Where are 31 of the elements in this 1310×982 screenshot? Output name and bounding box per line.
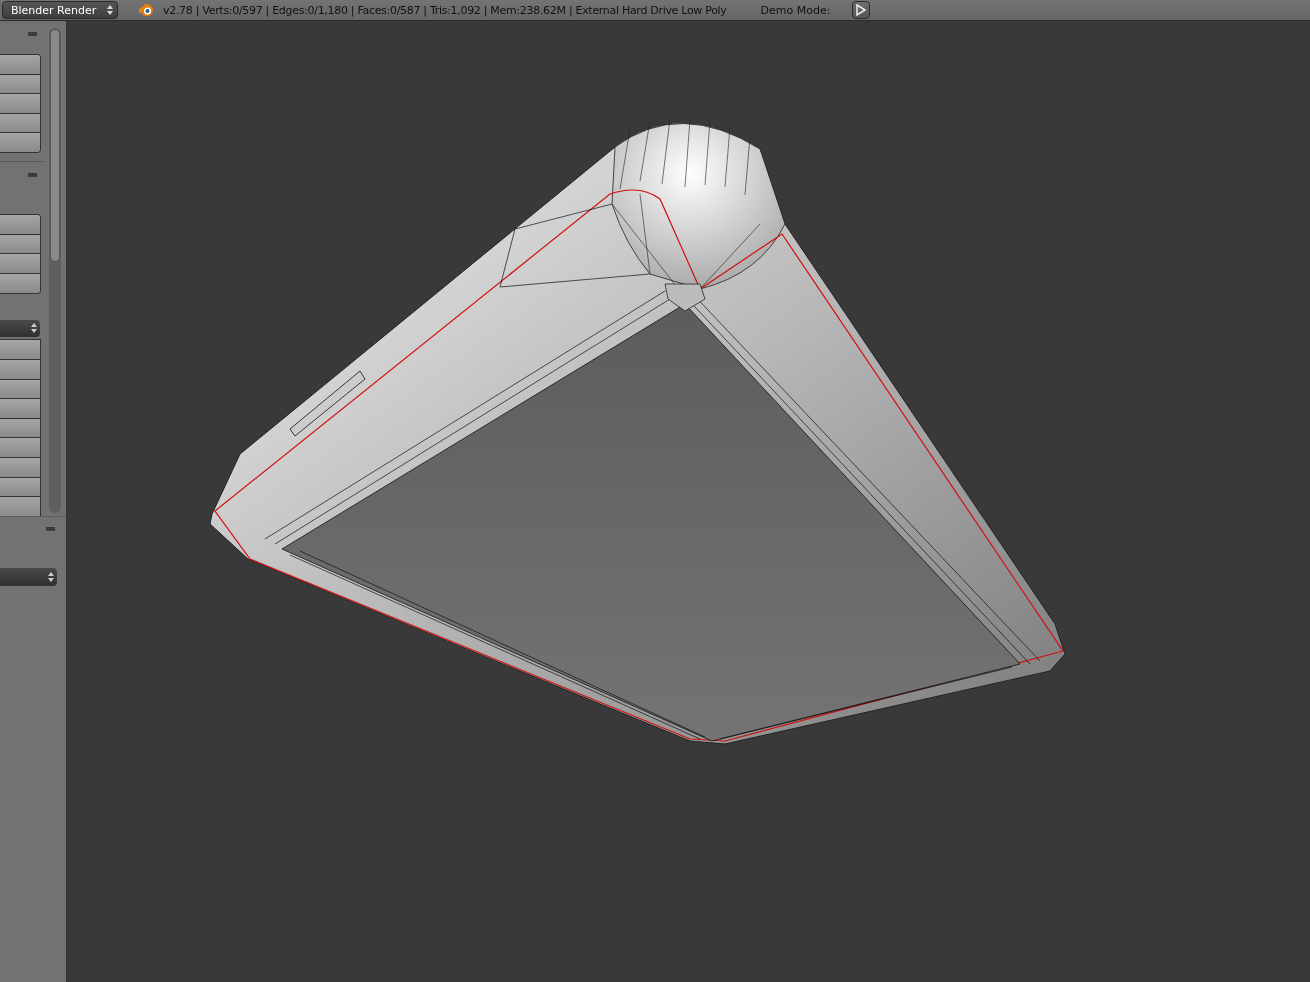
- scene-stats-text: v2.78 | Verts:0/597 | Edges:0/1,180 | Faces:0/587 | Tris:1,092 | Mem:238.62M | External Hard Drive Low Poly: [163, 3, 727, 17]
- drag-grip-icon: [46, 527, 55, 531]
- up-down-arrows-icon: [31, 323, 37, 334]
- panel-button[interactable]: [0, 457, 40, 477]
- panel-button[interactable]: [0, 437, 40, 458]
- panel-button[interactable]: [0, 496, 40, 516]
- panel-button[interactable]: [0, 54, 40, 74]
- panel-button[interactable]: [0, 378, 40, 399]
- panel-button[interactable]: [0, 73, 40, 94]
- drag-grip-icon: [28, 32, 37, 36]
- up-down-arrows-icon: [48, 572, 54, 582]
- demo-mode-label: Demo Mode:: [760, 3, 831, 17]
- panel-button[interactable]: [0, 358, 40, 379]
- dropdown[interactable]: [0, 568, 57, 586]
- scrollbar[interactable]: [49, 28, 61, 513]
- panel-button[interactable]: [0, 93, 40, 113]
- scrollbar-thumb[interactable]: [50, 29, 60, 262]
- drag-grip-icon: [28, 173, 37, 177]
- up-down-arrows-icon: [107, 5, 113, 15]
- panel-button[interactable]: [0, 253, 40, 273]
- panel-button[interactable]: [0, 417, 40, 438]
- panel-button[interactable]: [0, 476, 40, 497]
- logo-icon: [138, 3, 154, 17]
- panel-button[interactable]: [0, 132, 40, 153]
- panel-button[interactable]: [0, 233, 40, 254]
- panel-button[interactable]: [0, 398, 40, 418]
- play-button[interactable]: [852, 1, 871, 19]
- render-engine-dropdown[interactable]: Blender Render: [2, 1, 118, 19]
- panel-button[interactable]: [0, 112, 40, 133]
- dropdown[interactable]: [0, 319, 40, 338]
- panel-button[interactable]: [0, 272, 40, 293]
